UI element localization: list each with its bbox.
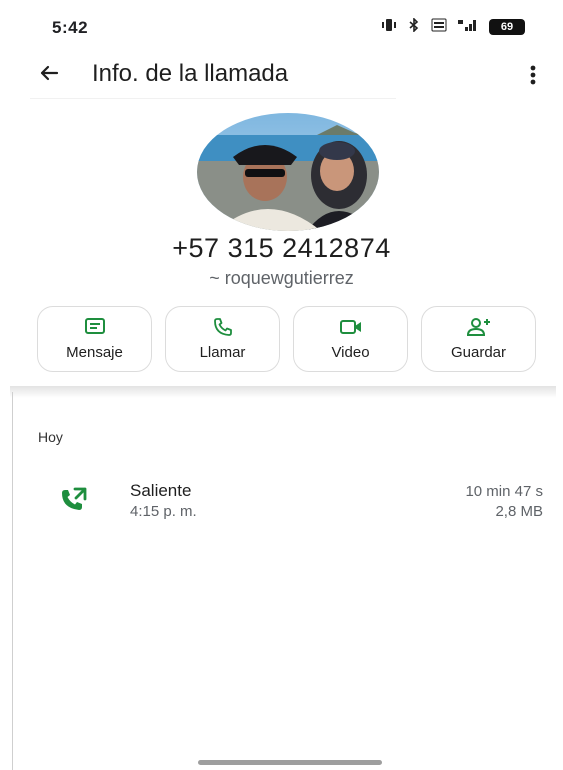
app-bar-divider xyxy=(30,98,396,99)
arrow-back-icon[interactable] xyxy=(34,58,64,88)
message-button[interactable]: Mensaje xyxy=(37,306,152,372)
message-icon xyxy=(84,318,105,334)
history-section-label: Hoy xyxy=(38,429,63,445)
phone-icon xyxy=(213,318,232,336)
video-button-label: Video xyxy=(331,344,370,361)
vibrate-icon xyxy=(381,18,397,35)
call-duration: 10 min 47 s xyxy=(465,483,543,500)
battery-icon: 69 xyxy=(489,18,525,35)
app-bar: Info. de la llamada xyxy=(0,50,563,100)
status-time: 5:42 xyxy=(52,18,89,37)
home-indicator[interactable] xyxy=(198,760,382,765)
more-vert-icon[interactable] xyxy=(521,60,545,90)
bluetooth-icon xyxy=(407,17,421,35)
call-button[interactable]: Llamar xyxy=(165,306,280,372)
section-divider xyxy=(10,386,556,398)
signal-4g-icon xyxy=(457,18,479,35)
page-title: Info. de la llamada xyxy=(92,60,289,87)
volte-icon xyxy=(431,18,447,35)
screen-edge xyxy=(12,392,13,770)
status-icons: 69 xyxy=(381,17,525,35)
message-button-label: Mensaje xyxy=(66,344,123,361)
contact-avatar[interactable] xyxy=(197,113,379,231)
status-bar: 5:42 69 xyxy=(0,0,563,46)
call-button-label: Llamar xyxy=(199,344,246,361)
person-add-icon xyxy=(466,318,490,336)
save-button-label: Guardar xyxy=(450,344,507,361)
call-time: 4:15 p. m. xyxy=(130,503,197,520)
video-call-button[interactable]: Video xyxy=(293,306,408,372)
call-type: Saliente xyxy=(130,481,192,500)
call-data-size: 2,8 MB xyxy=(495,503,543,520)
contact-username: ~ roquewgutierrez xyxy=(209,268,354,288)
outgoing-call-icon xyxy=(62,487,87,510)
videocam-icon xyxy=(339,320,361,334)
contact-phone-number: +57 315 2412874 xyxy=(172,233,391,263)
save-contact-button[interactable]: Guardar xyxy=(421,306,536,372)
action-buttons: Mensaje Llamar Video Guardar xyxy=(37,306,536,372)
